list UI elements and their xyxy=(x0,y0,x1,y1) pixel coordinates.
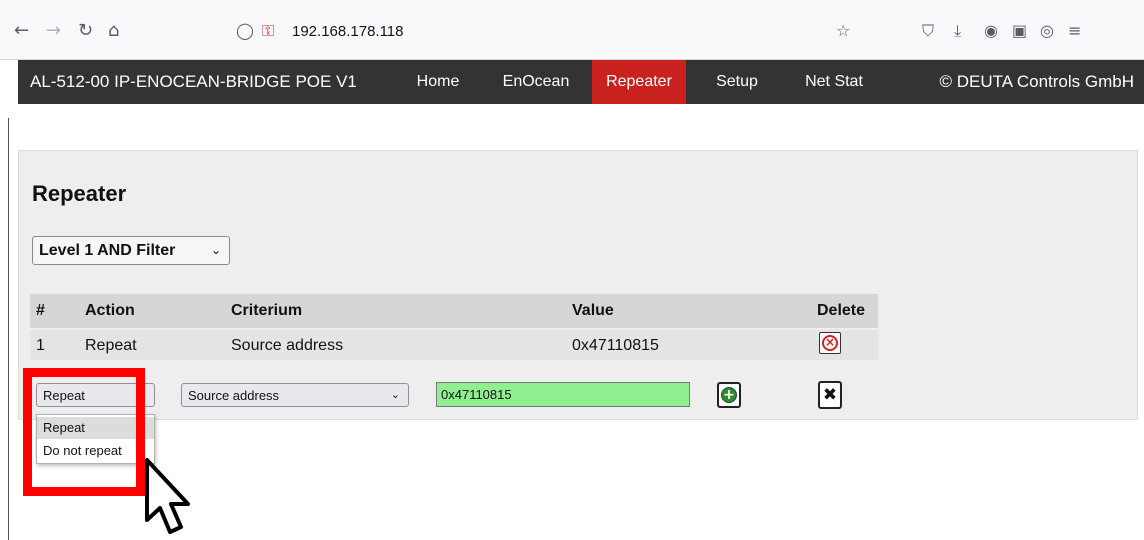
browser-toolbar: ← → ↻ ⌂ ◯ ⚿ 192.168.178.118 ☆ ⛉ ⤓ ◉ ▣ ◎ … xyxy=(0,0,1144,60)
mouse-cursor-icon xyxy=(145,458,190,534)
content-panel xyxy=(18,150,1138,420)
delete-circle-icon: × xyxy=(822,335,838,351)
divider xyxy=(8,118,9,540)
menu-icon[interactable]: ≡ xyxy=(1068,21,1081,40)
level-select-value: Level 1 AND Filter xyxy=(39,242,176,259)
download-icon[interactable]: ⤓ xyxy=(954,21,961,41)
value-input[interactable]: 0x47110815 xyxy=(436,382,690,407)
home-icon[interactable]: ⌂ xyxy=(108,22,119,40)
reload-icon[interactable]: ↻ xyxy=(78,22,93,40)
account-icon[interactable]: ◎ xyxy=(1040,21,1054,40)
page-title: Repeater xyxy=(32,181,127,206)
close-icon: ✖ xyxy=(822,385,838,405)
site-title: AL-512-00 IP-ENOCEAN-BRIDGE POE V1 xyxy=(30,72,357,91)
col-header-value: Value xyxy=(572,302,614,319)
help-extension-icon[interactable]: ▣ xyxy=(1012,21,1027,40)
url-text[interactable]: 192.168.178.118 xyxy=(292,23,404,40)
add-row-button[interactable]: + xyxy=(717,382,741,408)
chevron-down-icon: ⌄ xyxy=(390,388,400,401)
delete-row-button[interactable]: × xyxy=(819,332,841,354)
nav-net-stat[interactable]: Net Stat xyxy=(794,60,874,104)
nav-enocean[interactable]: EnOcean xyxy=(498,60,574,104)
nav-home[interactable]: Home xyxy=(410,60,466,104)
col-header-action: Action xyxy=(85,302,135,319)
col-header-index: # xyxy=(36,302,45,319)
criterium-select[interactable]: Source address ⌄ xyxy=(181,383,409,407)
level-select[interactable]: Level 1 AND Filter ⌄ xyxy=(32,236,230,265)
chevron-down-icon: ⌄ xyxy=(210,243,221,257)
plus-icon: + xyxy=(721,387,737,403)
bookmark-star-icon[interactable]: ☆ xyxy=(836,21,850,40)
highlight-box xyxy=(23,368,145,496)
cancel-button[interactable]: ✖ xyxy=(818,381,842,409)
insecure-lock-icon[interactable]: ⚿ xyxy=(262,21,274,41)
row-value: 0x47110815 xyxy=(572,337,659,354)
row-criterium: Source address xyxy=(231,337,344,354)
col-header-criterium: Criterium xyxy=(231,302,303,319)
copyright: © DEUTA Controls GmbH xyxy=(939,72,1134,91)
criterium-select-value: Source address xyxy=(188,388,280,403)
back-icon[interactable]: ← xyxy=(14,22,29,40)
table-header xyxy=(30,294,878,328)
site-navbar: AL-512-00 IP-ENOCEAN-BRIDGE POE V1 Home … xyxy=(18,60,1144,104)
row-index: 1 xyxy=(36,337,45,354)
extension-icon[interactable]: ◉ xyxy=(984,21,998,40)
pocket-icon[interactable]: ⛉ xyxy=(922,21,934,41)
shield-icon[interactable]: ◯ xyxy=(236,21,254,40)
col-header-delete: Delete xyxy=(817,302,866,319)
nav-repeater[interactable]: Repeater xyxy=(592,60,686,104)
table-row xyxy=(30,330,878,360)
row-action: Repeat xyxy=(85,337,137,354)
forward-icon[interactable]: → xyxy=(46,22,61,40)
nav-setup[interactable]: Setup xyxy=(706,60,768,104)
